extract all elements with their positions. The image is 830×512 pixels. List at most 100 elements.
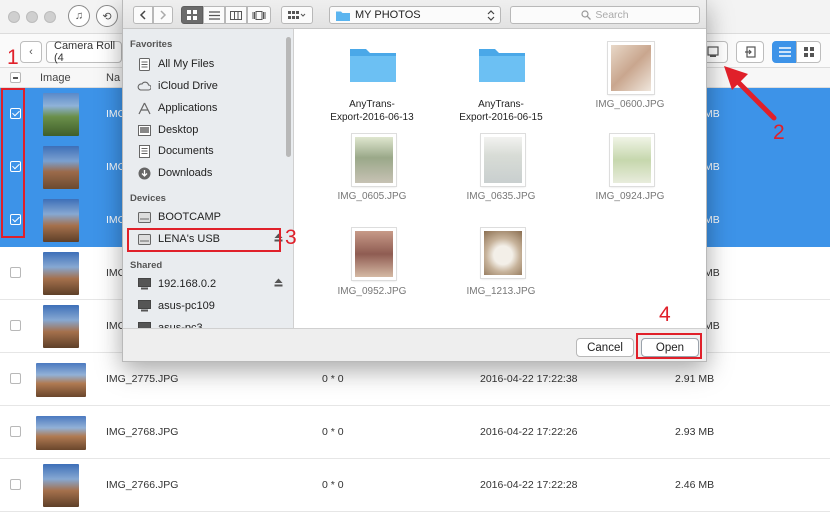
photo-thumbnail [43,252,79,295]
location-popup[interactable]: MY PHOTOS [329,6,501,24]
file-item-image[interactable]: IMG_0600.JPG [570,39,690,119]
sidebar-item-all-my-files[interactable]: All My Files [137,54,287,74]
file-browser: AnyTrans- Export-2016-06-13 AnyTrans- Ex… [295,29,706,328]
sidebar-item-label: asus-pc109 [158,300,215,312]
file-item-image[interactable]: IMG_0635.JPG [441,129,561,209]
forward-nav-button[interactable] [153,6,173,24]
image-column-header[interactable]: Image [40,72,71,84]
favorites-header: Favorites [130,39,173,50]
sidebar-item-label: Documents [158,145,214,157]
select-all-checkbox[interactable] [10,72,21,83]
all-files-icon [137,57,151,71]
photo-thumbnail [43,305,79,348]
coverflow-icon [252,10,266,20]
row-checkbox[interactable] [10,373,21,384]
sidebar-item-desktop[interactable]: Desktop [137,120,287,140]
chevron-updown-icon [487,9,495,21]
file-item-image[interactable]: IMG_0924.JPG [570,129,690,209]
folder-icon [336,11,350,21]
history-icon[interactable]: ⟲ [96,5,118,27]
sidebar-item-documents[interactable]: Documents [137,141,287,161]
row-checkbox[interactable] [10,320,21,331]
file-item-image[interactable]: IMG_1213.JPG [441,223,561,303]
row-name: IMG_2766.JPG [106,479,179,491]
back-nav-button[interactable] [133,6,153,24]
grid-icon [803,47,814,57]
sidebar-item-downloads[interactable]: Downloads [137,163,287,183]
row-checkbox[interactable] [10,426,21,437]
sidebar-item-asus-pc3[interactable]: asus-pc3 [137,318,287,328]
applications-icon [137,101,151,115]
sidebar-item-bootcamp[interactable]: BOOTCAMP [137,207,287,227]
sidebar-item-label: All My Files [158,58,215,70]
folder-icon [479,49,525,82]
sidebar-item-icloud-drive[interactable]: iCloud Drive [137,76,287,96]
file-label: IMG_0600.JPG [595,99,665,110]
grid-view-button[interactable] [796,41,821,63]
file-item-folder[interactable]: AnyTrans- Export-2016-06-13 [312,39,432,129]
sidebar-item-applications[interactable]: Applications [137,98,287,118]
arrange-button[interactable] [281,6,313,24]
dialog-footer: Cancel Open [123,328,706,361]
row-checkbox[interactable] [10,267,21,278]
table-row[interactable]: IMG_2768.JPG 0 * 0 2016-04-22 17:22:26 2… [0,406,830,459]
columns-icon [230,10,242,20]
file-item-image[interactable]: IMG_0952.JPG [312,223,432,303]
sidebar-item-label: 192.168.0.2 [158,278,217,290]
photo-thumbnail [43,464,79,507]
file-label: AnyTrans- [478,99,524,110]
location-label: MY PHOTOS [355,9,421,21]
zoom-window-button[interactable] [44,11,56,23]
back-button[interactable]: ‹ [20,41,42,63]
image-thumbnail [610,134,654,186]
camera-roll-tab[interactable]: Camera Roll (4 [46,40,122,64]
sidebar-scrollbar[interactable] [286,37,291,157]
downloads-icon [137,166,151,180]
photo-thumbnail [43,199,79,242]
row-name: IMG_2768.JPG [106,426,179,438]
network-computer-icon [137,299,151,313]
devices-header: Devices [130,193,166,204]
coverflow-view-button[interactable] [247,6,271,24]
file-label: IMG_1213.JPG [466,286,536,297]
row-dimensions: 0 * 0 [322,479,344,491]
sidebar-item-label: BOOTCAMP [158,211,221,223]
minimize-window-button[interactable] [26,11,38,23]
sidebar-item-192-168-0-2[interactable]: 192.168.0.2 [137,274,283,294]
close-window-button[interactable] [8,11,20,23]
icon-view-button[interactable] [181,6,203,24]
annotation-number-4: 4 [659,303,671,326]
row-size: 2.91 MB [675,373,715,385]
row-checkbox[interactable] [10,479,21,490]
file-label: IMG_0605.JPG [337,191,407,202]
search-placeholder: Search [595,9,629,21]
network-computer-icon [137,321,151,328]
image-thumbnail [352,134,396,186]
name-column-header[interactable]: Na [106,72,120,84]
music-icon[interactable]: ♫ [68,5,90,27]
row-date: 2016-04-22 17:22:38 [480,373,578,385]
file-item-folder[interactable]: AnyTrans- Export-2016-06-15 [441,39,561,129]
annotation-number-1: 1 [7,46,19,69]
dialog-sidebar: Favorites All My Files iCloud Drive Appl… [123,29,294,328]
image-thumbnail [481,228,525,278]
list-view-button[interactable] [203,6,225,24]
table-row[interactable]: IMG_2766.JPG 0 * 0 2016-04-22 17:22:28 2… [0,459,830,512]
row-date: 2016-04-22 17:22:28 [480,479,578,491]
search-field[interactable]: Search [510,6,700,24]
annotation-box-usb [127,228,281,252]
row-name: IMG_2775.JPG [106,373,179,385]
dialog-toolbar: MY PHOTOS Search [123,0,706,29]
photo-thumbnail [36,363,86,397]
shared-header: Shared [130,260,163,271]
sidebar-item-label: iCloud Drive [158,80,218,92]
sidebar-item-asus-pc109[interactable]: asus-pc109 [137,296,287,316]
column-view-button[interactable] [225,6,247,24]
cancel-button[interactable]: Cancel [576,338,634,357]
annotation-arrow [724,66,777,121]
sidebar-item-label: Desktop [158,124,199,136]
file-label: Export-2016-06-15 [459,112,543,123]
eject-icon[interactable] [274,278,283,290]
file-item-image[interactable]: IMG_0605.JPG [312,129,432,209]
desktop-icon [137,123,151,137]
